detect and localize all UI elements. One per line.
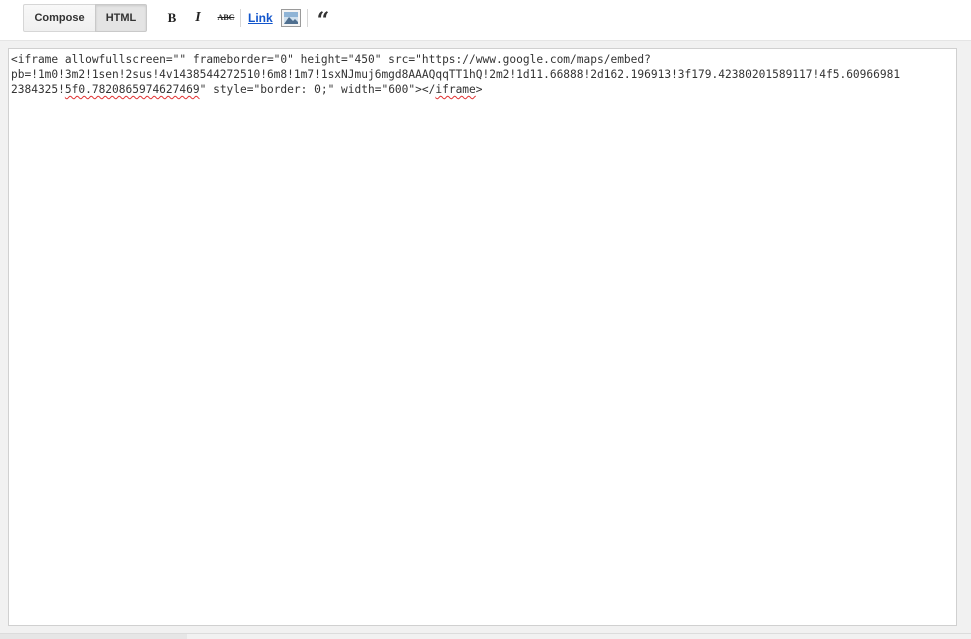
spellcheck-flagged-text: 5f0.7820865974627469 <box>64 83 200 96</box>
html-source-text: <iframe allowfullscreen="" frameborder="… <box>11 52 954 97</box>
spellcheck-flagged-tag: iframe <box>435 83 476 96</box>
strikethrough-button[interactable]: ABC <box>216 8 236 28</box>
insert-image-button[interactable] <box>281 9 301 27</box>
source-line-3-start: 2384325! <box>11 83 65 96</box>
editor-toolbar: Compose HTML B I ABC Link “ <box>0 0 971 41</box>
mode-switcher: Compose HTML <box>23 4 147 32</box>
quote-button[interactable]: “ <box>315 8 331 34</box>
footer-tab <box>0 634 187 639</box>
image-icon <box>284 12 298 24</box>
source-line-2: pb=!1m0!3m2!1sen!2sus!4v1438544272510!6m… <box>11 68 901 81</box>
source-line-3-end: > <box>475 83 483 96</box>
toolbar-separator <box>240 9 241 27</box>
bold-button[interactable]: B <box>166 8 178 28</box>
compose-mode-button[interactable]: Compose <box>23 4 96 32</box>
link-button[interactable]: Link <box>248 8 273 28</box>
strikethrough-label: ABC <box>217 13 235 22</box>
html-editor-textarea[interactable]: <iframe allowfullscreen="" frameborder="… <box>8 48 957 626</box>
toolbar-separator <box>307 9 308 27</box>
source-line-3-middle: " style="border: 0;" width="600"></ <box>199 83 436 96</box>
html-mode-button[interactable]: HTML <box>95 4 147 32</box>
source-line-1: <iframe allowfullscreen="" frameborder="… <box>11 53 651 66</box>
quote-icon: “ <box>316 8 330 34</box>
italic-button[interactable]: I <box>192 8 204 28</box>
